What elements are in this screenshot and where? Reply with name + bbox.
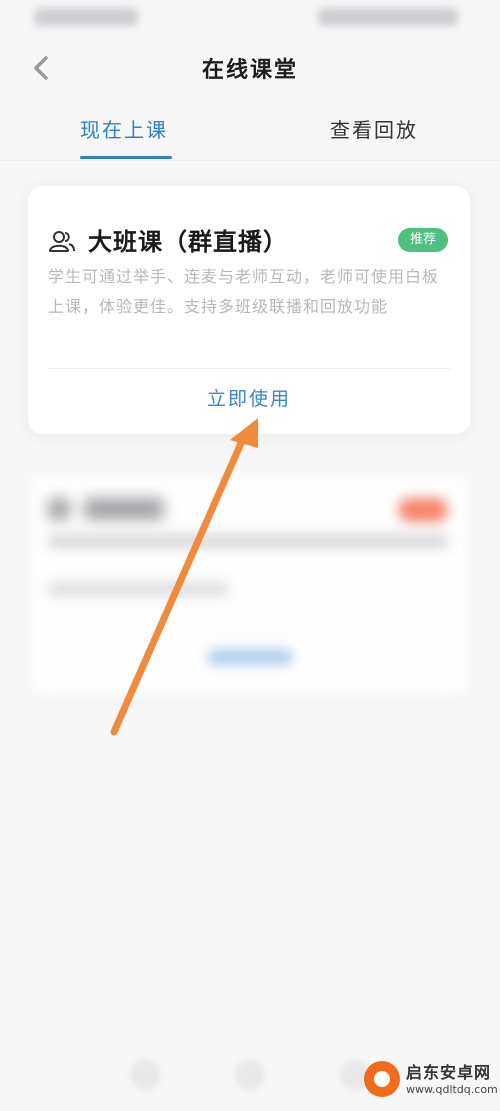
status-time-blurred — [34, 8, 138, 26]
nav-back-icon[interactable] — [130, 1060, 160, 1090]
group-users-icon — [48, 228, 76, 256]
navigation-bar: 在线课堂 — [0, 36, 500, 100]
tab-bar: 现在上课 查看回放 — [0, 100, 500, 161]
active-tab-indicator — [80, 156, 172, 159]
card-description: 学生可通过举手、连麦与老师互动，老师可使用白板上课，体验更佳。支持多班级联播和回… — [48, 267, 440, 316]
badge-blurred — [398, 498, 448, 522]
card-description-blurred — [48, 534, 448, 548]
action-blurred — [208, 650, 292, 664]
tab-playback[interactable]: 查看回放 — [330, 114, 418, 143]
option-row-blurred — [48, 582, 228, 596]
divider — [48, 632, 450, 633]
watermark-logo-icon — [364, 1061, 400, 1097]
tab-live-class[interactable]: 现在上课 — [80, 114, 168, 143]
watermark-url: www.qdltdq.com — [406, 1083, 498, 1096]
class-card-large: 大班课（群直播） 推荐 学生可通过举手、连麦与老师互动，老师可使用白板上课，体验… — [28, 186, 470, 434]
use-now-button[interactable]: 立即使用 — [28, 384, 470, 411]
divider — [48, 368, 450, 369]
watermark: 启东安卓网 www.qdltdq.com — [364, 1059, 498, 1103]
class-card-small-blurred — [28, 474, 470, 696]
watermark-name: 启东安卓网 — [406, 1063, 492, 1082]
card-title-blurred — [84, 498, 164, 520]
status-icons-blurred — [318, 8, 458, 26]
page-title: 在线课堂 — [201, 58, 298, 83]
card-title: 大班课（群直播） — [88, 228, 288, 256]
status-bar — [0, 0, 500, 36]
user-icon — [48, 498, 70, 520]
nav-home-icon[interactable] — [235, 1060, 265, 1090]
recommend-badge: 推荐 — [398, 228, 448, 252]
